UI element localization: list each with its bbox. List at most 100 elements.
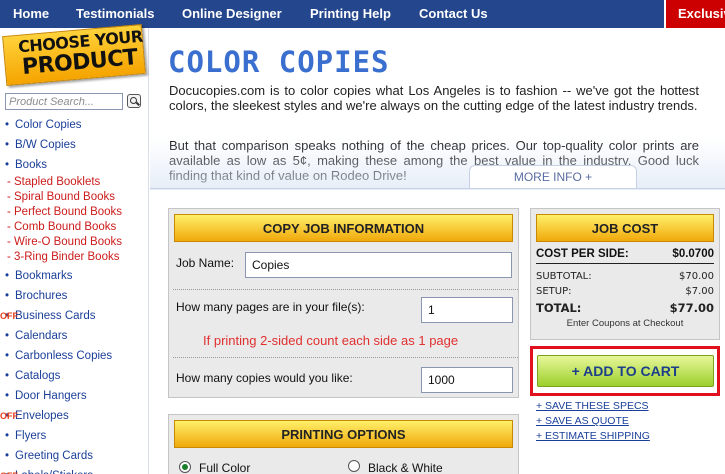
sidebar-item[interactable]: - Stapled Booklets [7,176,100,188]
cost-per-side-value: $0.0700 [672,248,714,260]
job-name-input[interactable] [245,252,512,278]
sidebar-item-label: Labels/Stickers [15,470,93,474]
sidebar-item[interactable]: - Comb Bound Books [7,221,116,233]
job-name-label: Job Name: [176,256,235,270]
search-button[interactable] [127,94,141,108]
bullet-marker: • [5,350,10,362]
copy-job-heading: COPY JOB INFORMATION [174,214,513,242]
setup-value: $7.00 [685,286,714,297]
full-color-label: Full Color [199,461,251,474]
subtotal-value: $70.00 [679,271,714,282]
nav-contact-us[interactable]: Contact Us [419,6,488,21]
total-row: TOTAL: $77.00 [536,301,714,317]
printing-options-heading: PRINTING OPTIONS [174,420,513,448]
save-as-quote-link[interactable]: + SAVE AS QUOTE [536,415,629,427]
sidebar-item[interactable]: • B/W Copies [5,139,76,151]
sidebar-item[interactable]: • Color Copies [5,119,81,131]
sidebar-item-label: Flyers [15,430,47,442]
bullet-marker: • [5,330,10,342]
sidebar-item-label: Calendars [15,330,68,342]
sidebar-item-label: B/W Copies [15,139,76,151]
sidebar-item[interactable]: • Brochures [5,290,67,302]
sidebar-item[interactable]: • Catalogs [5,370,60,382]
bullet-marker: • [5,450,10,462]
field-divider [173,289,518,290]
sidebar-item-label: Bookmarks [15,270,73,282]
bullet-marker: • [5,159,10,171]
sidebar-item-label: Spiral Bound Books [14,191,116,203]
sidebar-item-label: Books [15,159,47,171]
more-info-button[interactable]: MORE INFO + [469,165,637,188]
sidebar-item-label: 3-Ring Binder Books [14,251,120,263]
product-search-input[interactable] [5,93,123,110]
sidebar-item[interactable]: • Calendars [5,330,67,342]
sidebar-item[interactable]: • Flyers [5,430,46,442]
field-divider [173,357,518,358]
sidebar-item[interactable]: • Carbonless Copies [5,350,112,362]
subtotal-row: SUBTOTAL: $70.00 [536,271,714,287]
add-to-cart-button[interactable]: + ADD TO CART [537,355,714,387]
black-white-label: Black & White [368,461,443,474]
save-specs-link[interactable]: + SAVE THESE SPECS [536,400,649,412]
sidebar-item[interactable]: • Bookmarks [5,270,73,282]
sidebar-item-label: Greeting Cards [15,450,93,462]
bullet-marker: • [5,139,10,151]
copies-label: How many copies would you like: [176,371,353,385]
top-nav-bar: Home Testimonials Online Designer Printi… [0,0,725,28]
off-badge: OFF [0,411,18,421]
estimate-shipping-link[interactable]: + ESTIMATE SHIPPING [536,430,650,442]
sidebar-item-label: Envelopes [15,410,69,422]
dash-marker: - [7,221,11,233]
nav-printing-help[interactable]: Printing Help [310,6,391,21]
job-cost-heading: JOB COST [536,214,714,242]
bullet-marker: • [5,430,10,442]
sidebar-item-label: Stapled Booklets [14,176,101,188]
bullet-marker: • [5,119,10,131]
off-badge: OFF [0,311,18,321]
sidebar-item[interactable]: -3-Ring Binder Books [7,251,119,263]
nav-home[interactable]: Home [13,6,49,21]
sidebar-item[interactable]: •Labels/Stickers [5,470,93,474]
sidebar-item[interactable]: - Wire-O Bound Books [7,236,122,248]
pages-label: How many pages are in your file(s): [176,300,365,314]
sidebar-item[interactable]: • Business Cards [5,310,96,322]
intro-paragraph-1: Docucopies.com is to color copies what L… [169,83,699,113]
dash-marker: - [7,176,11,188]
sidebar-item-label: Brochures [15,290,68,302]
sidebar-item-label: Wire-O Bound Books [14,236,123,248]
sidebar-item-label: Carbonless Copies [15,350,113,362]
two-sided-note: If printing 2-sided count each side as 1… [203,333,459,348]
sidebar-item[interactable]: - Perfect Bound Books [7,206,122,218]
nav-exclusive-label: Exclusiv [678,6,725,21]
bullet-marker: • [5,270,10,282]
sidebar-item[interactable]: • Greeting Cards [5,450,93,462]
subtotal-label: SUBTOTAL: [536,271,592,282]
sidebar-item[interactable]: • Books [5,159,47,171]
bullet-marker: • [5,390,10,402]
section-divider [150,188,725,189]
sidebar-item-label: Comb Bound Books [14,221,117,233]
black-white-radio[interactable] [348,460,360,472]
full-color-radio[interactable] [179,461,191,473]
bullet-marker: • [5,290,10,302]
page-title: COLOR COPIES [168,45,390,79]
coupon-note: Enter Coupons at Checkout [566,318,684,329]
total-value: $77.00 [669,301,714,315]
sidebar-item[interactable]: • Door Hangers [5,390,87,402]
pages-input[interactable] [421,297,513,323]
bullet-marker: • [5,370,10,382]
copies-input[interactable] [421,367,513,393]
cost-per-side-row: COST PER SIDE: $0.0700 [536,248,714,264]
nav-testimonials[interactable]: Testimonials [76,6,155,21]
sidebar-item[interactable]: - Spiral Bound Books [7,191,115,203]
setup-row: SETUP: $7.00 [536,286,714,302]
nav-exclusive-tab[interactable]: Exclusiv [664,0,725,28]
sidebar-item-label: Business Cards [15,310,96,322]
dash-marker: - [7,251,11,263]
dash-marker: - [7,206,11,218]
nav-online-designer[interactable]: Online Designer [182,6,282,21]
sidebar-item-label: Door Hangers [15,390,87,402]
setup-label: SETUP: [536,286,572,297]
dash-marker: - [7,236,11,248]
choose-your-product-badge: CHOOSE YOUR PRODUCT [0,23,150,87]
